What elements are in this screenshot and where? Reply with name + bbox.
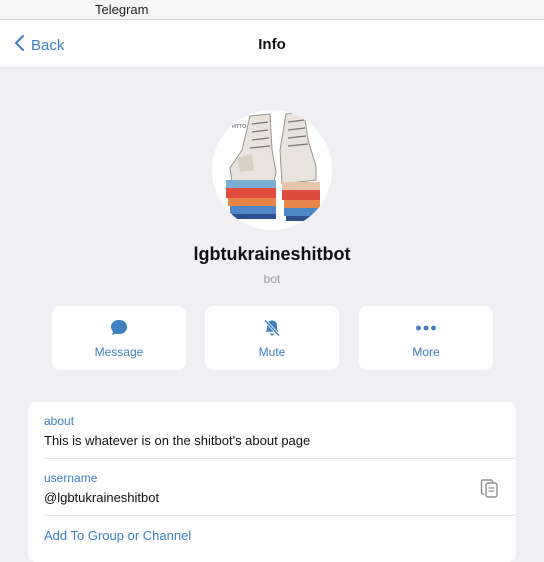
svg-text:#ITTO: #ITTO — [232, 124, 246, 130]
username-row[interactable]: username @lgbtukraineshitbot — [44, 471, 500, 505]
page-title: Info — [258, 36, 286, 53]
more-button-label: More — [412, 345, 440, 359]
copy-icon[interactable] — [480, 478, 500, 500]
mute-button-label: Mute — [258, 345, 286, 359]
avatar[interactable]: #ITTO — [212, 110, 332, 230]
window-titlebar: Telegram — [0, 0, 544, 20]
divider — [44, 515, 516, 516]
bell-slash-icon — [261, 317, 283, 339]
navigation-bar: Back Info — [0, 20, 544, 68]
divider — [44, 458, 516, 459]
more-button[interactable]: More — [359, 306, 493, 370]
about-value: This is whatever is on the shitbot's abo… — [44, 433, 311, 448]
message-button-label: Message — [94, 345, 144, 359]
window-title: Telegram — [95, 2, 149, 17]
mute-button[interactable]: Mute — [205, 306, 339, 370]
about-row[interactable]: about This is whatever is on the shitbot… — [44, 414, 500, 448]
message-bubble-icon — [108, 317, 130, 339]
username-label: username — [44, 471, 98, 485]
info-card: about This is whatever is on the shitbot… — [28, 402, 516, 562]
add-to-group-link[interactable]: Add To Group or Channel — [44, 528, 191, 543]
about-label: about — [44, 414, 75, 428]
profile-name: lgbtukraineshitbot — [193, 244, 351, 264]
profile-type-label: bot — [263, 272, 281, 286]
ellipsis-icon — [415, 317, 437, 339]
platform-sneakers-image: #ITTO — [212, 110, 332, 230]
username-value: @lgbtukraineshitbot — [44, 490, 160, 505]
message-button[interactable]: Message — [52, 306, 186, 370]
